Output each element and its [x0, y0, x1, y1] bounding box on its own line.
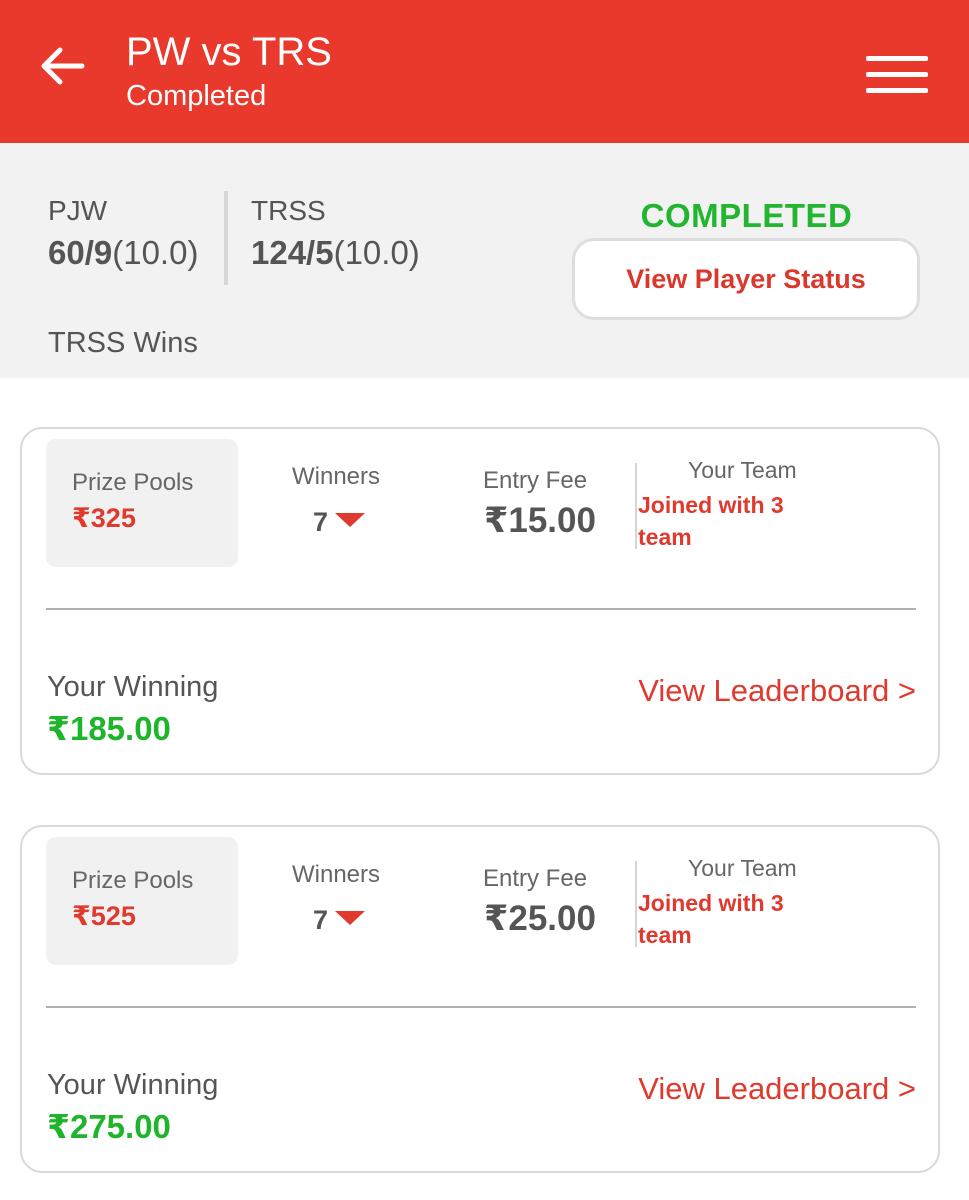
caret-down-icon[interactable] — [335, 911, 365, 925]
winners-count: 7 — [313, 507, 329, 537]
prize-pool-label: Prize Pools — [72, 867, 194, 894]
joined-teams-text: Joined with 3 team — [638, 492, 784, 550]
your-winning-value: ₹185.00 — [47, 710, 171, 747]
menu-line — [866, 72, 928, 77]
back-arrow-icon[interactable] — [38, 44, 86, 88]
card-divider — [46, 1006, 916, 1008]
team2-score: 124/5(10.0) — [251, 234, 420, 272]
prize-pool-box: Prize Pools ₹325 — [46, 439, 238, 567]
team1-score: 60/9(10.0) — [48, 234, 198, 272]
joined-teams-text: Joined with 3 team — [638, 890, 784, 948]
team-divider — [635, 463, 637, 549]
app-header: PW vs TRS Completed — [0, 0, 969, 143]
your-winning-label: Your Winning — [47, 1069, 219, 1101]
score-divider — [224, 191, 228, 285]
view-leaderboard-link[interactable]: View Leaderboard > — [638, 1071, 916, 1107]
winners-count: 7 — [313, 905, 329, 935]
contest-card: Prize Pools ₹525 Winners 7 Entry Fee ₹25… — [20, 825, 940, 1173]
prize-pool-box: Prize Pools ₹525 — [46, 837, 238, 965]
prize-pool-value: ₹525 — [72, 901, 136, 931]
card-divider — [46, 608, 916, 610]
view-leaderboard-link[interactable]: View Leaderboard > — [638, 673, 916, 709]
your-team-label: Your Team — [688, 855, 797, 881]
menu-line — [866, 56, 928, 61]
your-team-label: Your Team — [688, 457, 797, 483]
match-subtitle: Completed — [126, 80, 267, 112]
entry-fee-label: Entry Fee — [483, 467, 588, 494]
view-player-status-button[interactable]: View Player Status — [572, 238, 920, 320]
team2-name: TRSS — [251, 195, 326, 226]
caret-down-icon[interactable] — [335, 513, 365, 527]
team1-overs: (10.0) — [112, 234, 199, 271]
winners-label: Winners — [292, 463, 381, 490]
hamburger-menu-icon[interactable] — [864, 52, 932, 98]
prize-pool-value: ₹325 — [72, 503, 136, 533]
your-winning-label: Your Winning — [47, 671, 219, 703]
score-panel: PJW 60/9(10.0) TRSS 124/5(10.0) TRSS Win… — [0, 143, 969, 378]
winners-label: Winners — [292, 861, 381, 888]
contest-card: Prize Pools ₹325 Winners 7 Entry Fee ₹15… — [20, 427, 940, 775]
team1-runs: 60/9 — [48, 234, 113, 271]
match-result: TRSS Wins — [48, 327, 198, 359]
match-title: PW vs TRS — [126, 30, 332, 74]
entry-fee-label: Entry Fee — [483, 865, 588, 892]
match-status: COMPLETED — [640, 197, 853, 234]
entry-fee-value: ₹15.00 — [484, 501, 596, 540]
prize-pool-label: Prize Pools — [72, 469, 194, 496]
team2-overs: (10.0) — [333, 234, 420, 271]
entry-fee-value: ₹25.00 — [484, 899, 596, 938]
team1-name: PJW — [48, 195, 108, 226]
team-divider — [635, 861, 637, 947]
your-winning-value: ₹275.00 — [47, 1108, 171, 1145]
team2-runs: 124/5 — [251, 234, 334, 271]
menu-line — [866, 88, 928, 93]
